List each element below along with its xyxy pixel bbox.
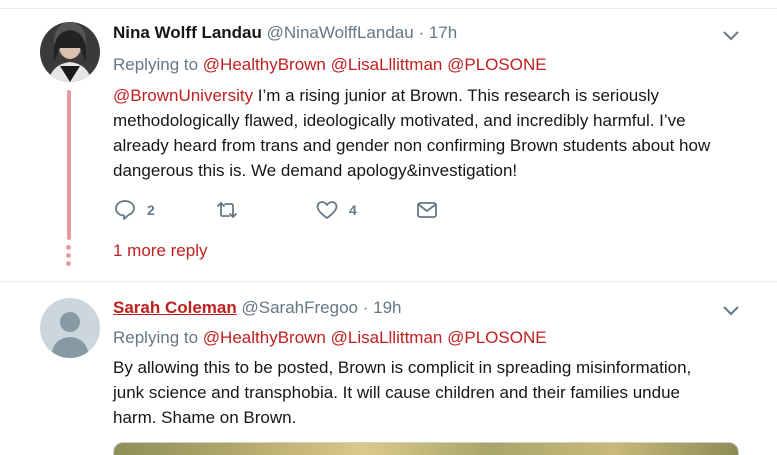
like-button[interactable]: 4 <box>315 198 357 222</box>
dm-button[interactable] <box>415 198 439 222</box>
mention-link[interactable]: @PLOSONE <box>447 55 546 74</box>
tweet-text: By allowing this to be posted, Brown is … <box>113 355 753 430</box>
tweet-actions: 2 4 <box>113 198 513 224</box>
thread-dots <box>66 245 72 269</box>
mention-link[interactable]: @LisaLllittman <box>331 328 443 347</box>
replying-to: Replying to @HealthyBrown @LisaLllittman… <box>113 328 547 348</box>
chevron-down-icon[interactable] <box>722 29 740 41</box>
separator: · <box>418 23 425 42</box>
replying-to: Replying to @HealthyBrown @LisaLllittman… <box>113 55 547 75</box>
display-name[interactable]: Sarah Coleman <box>113 298 237 317</box>
retweet-icon <box>217 202 237 218</box>
reply-button[interactable]: 2 <box>113 198 155 222</box>
mention-link[interactable]: @LisaLllittman <box>331 55 443 74</box>
avatar[interactable] <box>40 22 100 82</box>
tweet-text-line: By allowing this to be posted, Brown is … <box>113 358 692 377</box>
tweet-text-line: junk science and transphobia. It will ca… <box>113 383 680 402</box>
tweet-media-image[interactable] <box>113 442 739 455</box>
tweet-text: @BrownUniversity I’m a rising junior at … <box>113 83 753 183</box>
tweet-text-line: dangerous this is. We demand apology&inv… <box>113 161 518 180</box>
replying-prefix: Replying to <box>113 328 199 347</box>
timestamp[interactable]: 17h <box>429 23 457 42</box>
default-avatar-icon <box>40 298 100 358</box>
avatar-photo <box>40 22 100 82</box>
mention-link[interactable]: @HealthyBrown <box>203 55 326 74</box>
retweet-button[interactable] <box>215 198 249 222</box>
tweet-header: Nina Wolff Landau @NinaWolffLandau · 17h <box>113 23 457 43</box>
separator: · <box>362 298 369 317</box>
heart-icon <box>316 201 338 219</box>
tweet-header: Sarah Coleman @SarahFregoo · 19h <box>113 298 402 318</box>
tweet-text-line: methodologically flawed, ideologically m… <box>113 111 686 130</box>
avatar[interactable] <box>40 298 100 358</box>
chevron-down-icon[interactable] <box>722 304 740 316</box>
timestamp[interactable]: 19h <box>373 298 401 317</box>
tweet-text-line: I’m a rising junior at Brown. This resea… <box>253 86 660 105</box>
like-count: 4 <box>349 202 357 218</box>
tweet-text-line: already heard from trans and gender non … <box>113 136 711 155</box>
reply-count: 2 <box>147 202 155 218</box>
more-replies-link[interactable]: 1 more reply <box>113 241 207 261</box>
tweet-sarah[interactable]: Sarah Coleman @SarahFregoo · 19h Replyin… <box>0 282 777 455</box>
handle[interactable]: @NinaWolffLandau <box>267 23 414 42</box>
replying-prefix: Replying to <box>113 55 199 74</box>
thread-line <box>67 90 71 240</box>
tweet-text-line: harm. Shame on Brown. <box>113 408 297 427</box>
display-name[interactable]: Nina Wolff Landau <box>113 23 262 42</box>
mention-link[interactable]: @HealthyBrown <box>203 328 326 347</box>
mention-link[interactable]: @BrownUniversity <box>113 86 253 105</box>
tweet-nina[interactable]: Nina Wolff Landau @NinaWolffLandau · 17h… <box>0 0 777 281</box>
handle[interactable]: @SarahFregoo <box>242 298 359 317</box>
mention-link[interactable]: @PLOSONE <box>447 328 546 347</box>
envelope-icon <box>417 202 437 218</box>
reply-icon <box>115 200 135 220</box>
